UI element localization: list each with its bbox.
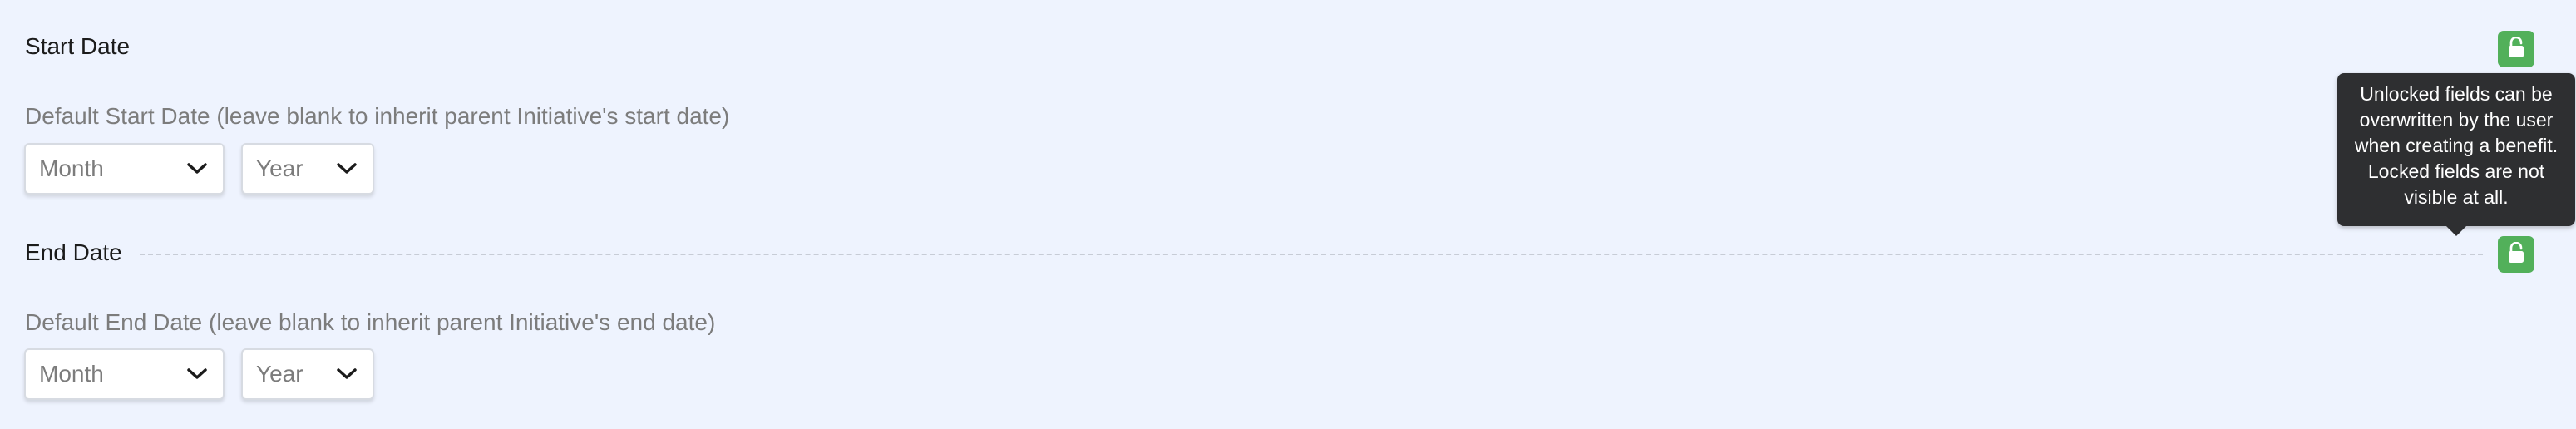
start-date-lock-toggle[interactable] [2498, 31, 2534, 67]
start-date-title: Start Date [25, 33, 131, 59]
chevron-down-icon [336, 367, 358, 381]
chevron-down-icon [336, 162, 358, 175]
start-year-select[interactable]: Year [241, 143, 374, 195]
unlock-icon [2506, 36, 2526, 62]
tooltip-line: visible at all. [2404, 186, 2509, 208]
end-month-select[interactable]: Month [24, 348, 225, 400]
start-month-value: Month [39, 155, 104, 181]
end-date-hint: Default End Date (leave blank to inherit… [25, 309, 716, 335]
end-date-lock-toggle[interactable] [2498, 236, 2534, 273]
chevron-down-icon [186, 162, 208, 175]
start-date-hint: Default Start Date (leave blank to inher… [25, 103, 730, 129]
tooltip-line: when creating a benefit. [2354, 135, 2559, 156]
chevron-down-icon [186, 367, 208, 381]
end-date-title: End Date [25, 239, 122, 265]
tooltip-line: Locked fields are not [2367, 160, 2545, 182]
unlock-icon [2506, 241, 2526, 268]
lock-tooltip: Unlocked fields can be overwritten by th… [2337, 73, 2575, 236]
end-year-select[interactable]: Year [241, 348, 374, 400]
section-divider [140, 254, 2483, 255]
end-year-value: Year [256, 361, 303, 387]
start-year-value: Year [256, 155, 303, 181]
tooltip-line: Unlocked fields can be [2360, 83, 2553, 105]
end-month-value: Month [39, 361, 104, 387]
tooltip-arrow [2446, 226, 2466, 236]
tooltip-line: overwritten by the user [2359, 109, 2554, 131]
start-month-select[interactable]: Month [24, 143, 225, 195]
